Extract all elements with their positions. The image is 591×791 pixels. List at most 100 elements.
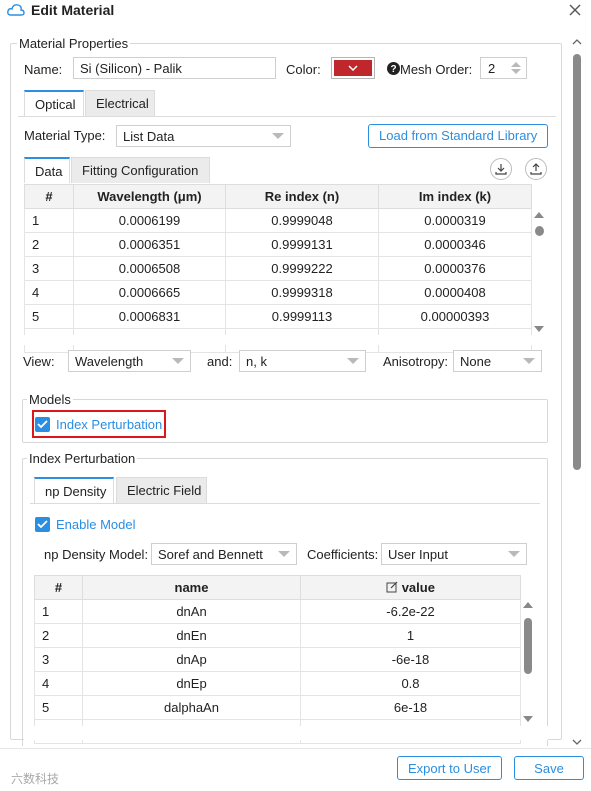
density-model-dropdown[interactable]: Soref and Bennett — [151, 543, 297, 565]
im-index-cell[interactable]: 0.0000319 — [378, 208, 532, 233]
row-index: 5 — [34, 695, 83, 720]
download-button[interactable] — [490, 158, 512, 180]
dropdown-arrow-icon — [278, 551, 290, 557]
column-header[interactable]: # — [24, 184, 74, 209]
optical-data-table: # Wavelength (μm) Re index (n) Im index … — [24, 184, 532, 353]
column-header[interactable]: Re index (n) — [225, 184, 379, 209]
scroll-down-icon[interactable] — [572, 738, 582, 746]
save-button[interactable]: Save — [514, 756, 584, 780]
material-type-label: Material Type: — [24, 128, 106, 143]
data-table-scrollbar[interactable] — [531, 208, 547, 336]
enable-model-checkbox[interactable] — [35, 517, 50, 532]
table-row[interactable]: 2 0.0006351 0.9999131 0.0000346 — [24, 232, 532, 257]
upload-button[interactable] — [525, 158, 547, 180]
re-index-cell[interactable]: 0.9999222 — [225, 256, 379, 281]
coefficients-dropdown[interactable]: User Input — [381, 543, 527, 565]
row-index: 1 — [34, 599, 83, 624]
name-label: Name: — [24, 62, 63, 77]
im-index-cell[interactable]: 0.0000376 — [378, 256, 532, 281]
table-row[interactable]: 5 0.0006831 0.9999113 0.00000393 — [24, 304, 532, 329]
column-header[interactable]: # — [34, 575, 83, 600]
checkmark-icon — [37, 420, 48, 429]
index-perturbation-checkbox[interactable] — [35, 417, 50, 432]
value-cell[interactable]: 1 — [300, 623, 521, 648]
column-header[interactable]: Im index (k) — [378, 184, 532, 209]
name-cell: dnEn — [82, 623, 301, 648]
row-index: 5 — [24, 304, 74, 329]
scroll-down-icon[interactable] — [523, 716, 533, 722]
wavelength-cell[interactable]: 0.0006199 — [73, 208, 226, 233]
table-row[interactable]: 3 dnAp -6e-18 — [34, 647, 521, 672]
stepper-down-icon[interactable] — [511, 69, 521, 74]
load-standard-library-button[interactable]: Load from Standard Library — [368, 124, 548, 148]
view-dropdown[interactable]: Wavelength — [68, 350, 191, 372]
im-index-cell[interactable]: 0.00000393 — [378, 304, 532, 329]
dialog-scrollbar[interactable] — [570, 36, 584, 746]
color-picker-button[interactable] — [331, 57, 375, 79]
tab-data[interactable]: Data — [24, 157, 70, 183]
value-cell[interactable]: 6e-18 — [300, 695, 521, 720]
density-model-value: Soref and Bennett — [158, 547, 263, 562]
tab-fitting-configuration[interactable]: Fitting Configuration — [71, 157, 210, 183]
table-row[interactable]: 4 dnEp 0.8 — [34, 671, 521, 696]
wavelength-cell[interactable]: 0.0006831 — [73, 304, 226, 329]
scroll-down-icon[interactable] — [534, 326, 544, 332]
tab-np-density[interactable]: np Density — [34, 477, 114, 503]
tab-electric-field[interactable]: Electric Field — [116, 477, 207, 503]
wavelength-cell[interactable]: 0.0006665 — [73, 280, 226, 305]
anisotropy-dropdown[interactable]: None — [453, 350, 542, 372]
stepper-up-icon[interactable] — [511, 62, 521, 67]
wavelength-cell[interactable]: 0.0006508 — [73, 256, 226, 281]
table-row[interactable]: 4 0.0006665 0.9999318 0.0000408 — [24, 280, 532, 305]
re-index-cell[interactable]: 0.9999318 — [225, 280, 379, 305]
material-properties-title: Material Properties — [17, 36, 131, 51]
perturbation-table-scrollbar[interactable] — [520, 598, 536, 726]
scrollbar-thumb[interactable] — [573, 54, 581, 470]
material-name-field[interactable]: Si (Silicon) - Palik — [73, 57, 276, 79]
scroll-up-icon[interactable] — [572, 38, 582, 46]
color-label: Color: — [286, 62, 321, 77]
dropdown-arrow-icon — [172, 358, 184, 364]
scrollbar-thumb[interactable] — [535, 226, 544, 236]
and-dropdown[interactable]: n, k — [239, 350, 366, 372]
and-label: and: — [207, 354, 233, 369]
enable-model-label[interactable]: Enable Model — [56, 517, 136, 532]
row-index: 2 — [24, 232, 74, 257]
value-cell[interactable]: -6e-18 — [300, 647, 521, 672]
wavelength-cell[interactable]: 0.0006351 — [73, 232, 226, 257]
index-perturbation-label[interactable]: Index Perturbation — [56, 417, 162, 432]
scrollbar-thumb[interactable] — [524, 618, 532, 674]
table-row[interactable]: 1 dnAn -6.2e-22 — [34, 599, 521, 624]
cloud-icon — [7, 4, 25, 16]
column-header[interactable]: Wavelength (μm) — [73, 184, 226, 209]
chevron-down-icon — [348, 65, 358, 71]
close-icon[interactable] — [566, 1, 584, 19]
material-type-dropdown[interactable]: List Data — [116, 125, 291, 147]
scroll-up-icon[interactable] — [534, 212, 544, 218]
table-clip — [24, 335, 548, 345]
table-row[interactable]: 5 dalphaAn 6e-18 — [34, 695, 521, 720]
mesh-order-stepper[interactable]: 2 — [480, 57, 527, 79]
tab-optical[interactable]: Optical — [24, 90, 84, 116]
re-index-cell[interactable]: 0.9999131 — [225, 232, 379, 257]
export-to-user-button[interactable]: Export to User — [397, 756, 502, 780]
table-header-row: # Wavelength (μm) Re index (n) Im index … — [24, 184, 532, 209]
edit-icon — [386, 581, 398, 593]
tab-electrical[interactable]: Electrical — [85, 90, 155, 116]
table-row[interactable]: 3 0.0006508 0.9999222 0.0000376 — [24, 256, 532, 281]
view-label: View: — [23, 354, 55, 369]
im-index-cell[interactable]: 0.0000346 — [378, 232, 532, 257]
value-cell[interactable]: 0.8 — [300, 671, 521, 696]
scroll-up-icon[interactable] — [523, 602, 533, 608]
value-cell[interactable]: -6.2e-22 — [300, 599, 521, 624]
table-header-row: # name value — [34, 575, 521, 600]
column-header[interactable]: value — [300, 575, 521, 600]
title-bar: Edit Material — [0, 0, 591, 22]
table-row[interactable]: 1 0.0006199 0.9999048 0.0000319 — [24, 208, 532, 233]
column-header[interactable]: name — [82, 575, 301, 600]
re-index-cell[interactable]: 0.9999113 — [225, 304, 379, 329]
re-index-cell[interactable]: 0.9999048 — [225, 208, 379, 233]
im-index-cell[interactable]: 0.0000408 — [378, 280, 532, 305]
table-row[interactable]: 2 dnEn 1 — [34, 623, 521, 648]
help-icon[interactable]: ? — [387, 62, 400, 75]
